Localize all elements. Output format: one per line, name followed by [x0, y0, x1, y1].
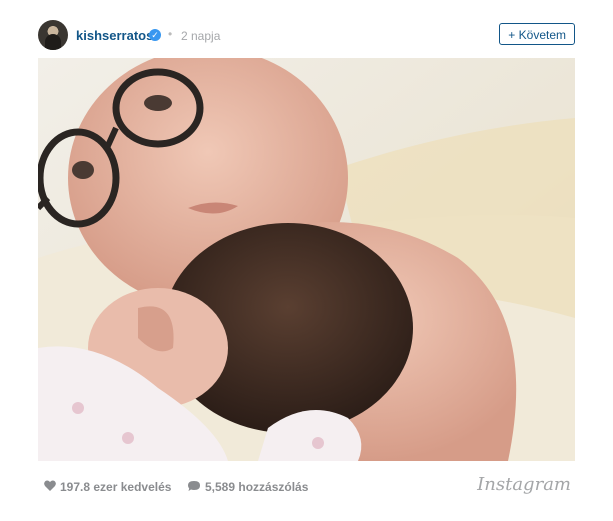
post-photo[interactable] [38, 58, 575, 461]
avatar[interactable] [38, 20, 68, 50]
post-footer: 197.8 ezer kedvelés 5,589 hozzászólás In… [38, 466, 575, 506]
likes-count[interactable]: 197.8 ezer kedvelés [60, 480, 171, 494]
verified-badge-icon: ✓ [149, 29, 161, 41]
post-header: kishserratos ✓ • 2 napja + Követem [38, 18, 575, 54]
instagram-embed-card: kishserratos ✓ • 2 napja + Követem 197.8… [0, 0, 613, 521]
comments-count[interactable]: 5,589 hozzászólás [205, 480, 308, 494]
post-time[interactable]: 2 napja [181, 29, 220, 43]
username-link[interactable]: kishserratos [76, 28, 153, 43]
separator-dot: • [168, 27, 173, 41]
photo-illustration [38, 58, 575, 461]
follow-button[interactable]: + Követem [499, 23, 575, 45]
comment-icon[interactable] [188, 481, 200, 491]
heart-icon[interactable] [44, 480, 56, 491]
instagram-logo[interactable]: Instagram [477, 474, 571, 495]
